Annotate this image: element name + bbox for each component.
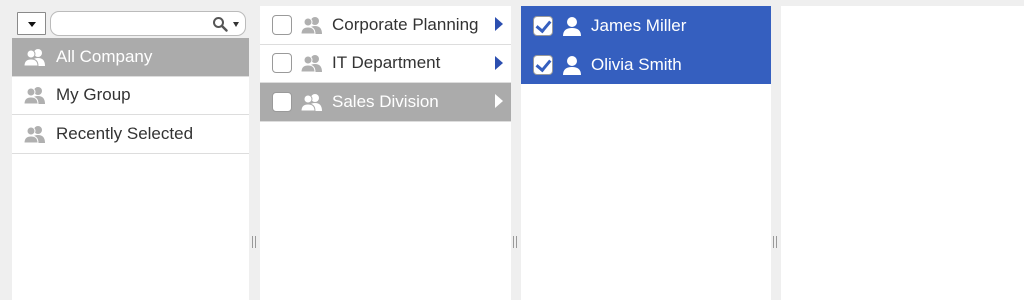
department-checkbox[interactable] (272, 53, 292, 74)
search-icon[interactable] (212, 16, 228, 32)
group-item-label: All Company (56, 46, 153, 66)
expand-arrow-icon[interactable] (495, 17, 503, 31)
group-list: All Company My Group Recently Selected (12, 38, 249, 300)
department-label: IT Department (332, 53, 441, 73)
group-icon (23, 87, 45, 105)
splitter-handle[interactable] (251, 236, 257, 248)
group-icon (23, 125, 45, 144)
group-icon (300, 93, 322, 112)
group-item-my-group[interactable]: My Group (12, 77, 249, 115)
group-type-dropdown[interactable] (17, 12, 46, 35)
department-item-sales-division[interactable]: Sales Division (260, 83, 511, 122)
expand-arrow-icon[interactable] (495, 94, 503, 108)
user-item-olivia-smith[interactable]: Olivia Smith (521, 45, 771, 84)
group-item-all-company[interactable]: All Company (12, 38, 249, 77)
splitter-handle[interactable] (772, 236, 778, 248)
group-icon (23, 48, 45, 67)
group-item-recently-selected[interactable]: Recently Selected (12, 115, 249, 154)
user-icon (563, 55, 581, 75)
user-label: Olivia Smith (591, 54, 682, 74)
group-item-label: Recently Selected (56, 123, 194, 143)
user-item-james-miller[interactable]: James Miller (521, 6, 771, 45)
group-icon (300, 55, 322, 73)
department-label: Corporate Planning (332, 14, 479, 34)
search-field[interactable] (50, 11, 246, 36)
department-checkbox[interactable] (272, 14, 292, 35)
user-checkbox[interactable] (533, 54, 553, 75)
org-picker: All Company My Group Recently Selected C… (0, 0, 1024, 300)
groups-panel: All Company My Group Recently Selected (11, 6, 250, 300)
group-item-label: My Group (56, 85, 131, 105)
department-label: Sales Division (332, 91, 439, 111)
caret-down-icon (28, 22, 36, 27)
splitter-handle[interactable] (512, 236, 518, 248)
search-options-caret-icon[interactable] (233, 22, 239, 27)
departments-panel: Corporate Planning IT Department Sales D (260, 6, 511, 300)
department-checkbox[interactable] (272, 91, 292, 112)
users-panel: James Miller Olivia Smith (521, 6, 771, 300)
user-icon (563, 16, 581, 36)
group-icon (300, 16, 322, 35)
user-checkbox[interactable] (533, 15, 553, 36)
user-label: James Miller (591, 15, 687, 35)
department-item-it-department[interactable]: IT Department (260, 45, 511, 83)
department-item-corporate-planning[interactable]: Corporate Planning (260, 6, 511, 45)
expand-arrow-icon[interactable] (495, 55, 503, 70)
selection-panel (781, 6, 1024, 300)
